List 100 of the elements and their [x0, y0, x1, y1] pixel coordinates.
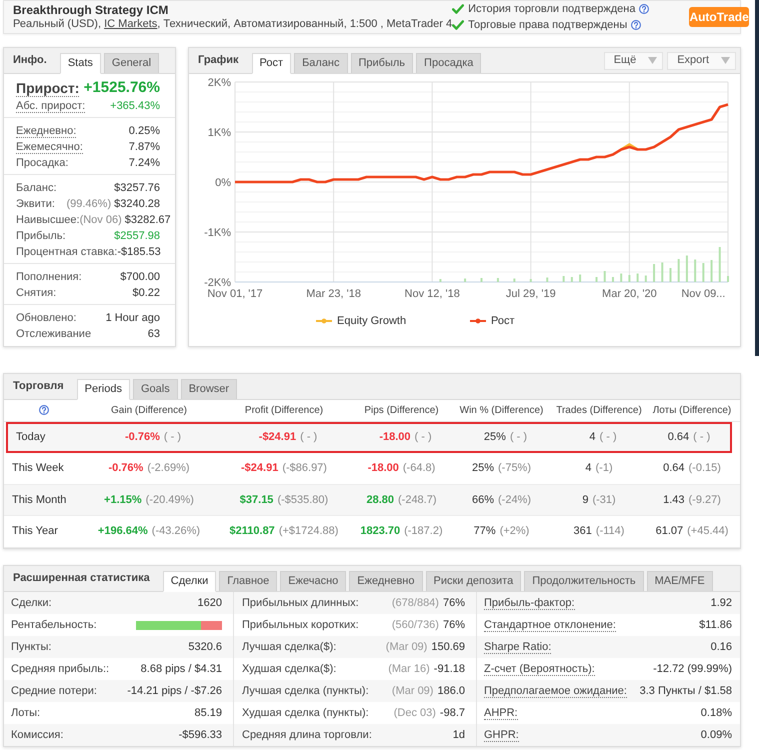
activity-bar [669, 268, 672, 282]
broker-link[interactable]: IC Markets [104, 18, 158, 30]
cell-difference: (-$535.80) [277, 492, 328, 508]
tab[interactable]: Прибыль [350, 53, 414, 73]
tab[interactable]: Баланс [294, 53, 348, 73]
stat-label: Прирост: [16, 80, 80, 96]
stats-label: Средние потери: [11, 684, 97, 698]
stats-label: Комиссия: [11, 728, 64, 742]
cell-value: -18.00 [368, 461, 399, 476]
account-subtitle: Реальный (USD), IC Markets, Технический, Автоматизированный, 1:500 , MetaTrader 4 [13, 18, 452, 31]
help-icon[interactable] [639, 4, 650, 14]
tab[interactable]: Ежедневно [349, 571, 422, 591]
stat-value: 1 Hour ago [106, 310, 160, 326]
axis-label: Nov 12, '18 [404, 288, 460, 300]
cell-difference: (-43.26%) [152, 524, 200, 540]
tab[interactable]: MAE/MFE [646, 571, 713, 591]
tab[interactable]: Goals [132, 379, 178, 399]
stat-label: Прибыль: [16, 230, 66, 242]
legend-label[interactable]: Рост [491, 312, 515, 330]
tab[interactable]: Просадка [416, 53, 482, 73]
stat-value: -$185.53 [117, 244, 161, 260]
period-label: This Month [12, 494, 66, 506]
cell-difference: (+2%) [500, 524, 530, 540]
tab[interactable]: Главное [219, 571, 278, 591]
stats-note: (Mar 09) [386, 640, 428, 655]
column-header: Лоты (Difference) [652, 404, 732, 418]
stats-label: Прибыль-фактор: [484, 596, 574, 610]
tab[interactable]: Сделки [162, 571, 216, 592]
stats-value: 5320.6 [188, 640, 222, 655]
stat-note: (Nov 06) [80, 212, 122, 228]
tab[interactable]: Ежечасно [280, 571, 346, 591]
tab[interactable]: Риски депозита [426, 571, 522, 591]
stats-label: Средняя длина торговли: [242, 728, 372, 742]
cell-value: 77% [474, 524, 496, 540]
activity-bar [496, 278, 499, 282]
cell-value: 9 [582, 492, 588, 508]
cell-value: 0.64 [668, 430, 690, 446]
caret-icon [721, 57, 730, 64]
menu-button[interactable]: Ещё [604, 52, 664, 70]
stat-label: Абс. прирост: [16, 100, 86, 112]
stats-note: (678/884) [392, 596, 439, 611]
activity-bar [678, 259, 680, 282]
stats-label: Прибыльных длинных: [242, 596, 359, 610]
cell-difference: (-$86.97) [282, 461, 327, 476]
cell-difference: (-24%) [498, 492, 532, 508]
tab[interactable]: Periods [76, 379, 130, 400]
stats-value: 8.68 pips / $4.31 [140, 662, 222, 677]
tab[interactable]: Рост [252, 53, 292, 74]
stat-value: $2557.98 [114, 228, 160, 244]
axis-label: Mar 23, '18 [306, 288, 361, 300]
tab[interactable]: General [104, 53, 160, 73]
legend-line-icon [470, 318, 486, 324]
legend-label[interactable]: Equity Growth [337, 312, 406, 330]
activity-bar [513, 278, 516, 282]
column-header: Pips (Difference) [364, 404, 439, 418]
panel-title: График [198, 53, 239, 68]
stat-label: Обновлено: [16, 312, 76, 324]
stats-value: 76% [442, 618, 465, 633]
stats-value: -12.72 (99.99%) [653, 662, 732, 677]
activity-bar [579, 274, 582, 282]
cell-difference: (-31) [592, 492, 616, 508]
tab[interactable]: Browser [180, 379, 238, 399]
column-header: Trades (Difference) [556, 404, 642, 418]
cell-difference: (+45.44) [687, 524, 728, 540]
axis-label: -1K% [204, 227, 231, 239]
cell-value: 4 [585, 461, 592, 476]
activity-bar [604, 271, 606, 282]
cell-difference: ( - ) [414, 430, 432, 446]
cell-value: +1.15% [104, 492, 142, 508]
menu-button[interactable]: Export [667, 52, 736, 70]
stats-value: 186.0 [437, 684, 465, 699]
stats-label: Рентабельность: [11, 618, 97, 632]
stats-value: 0.09% [700, 728, 732, 743]
cell-value: 1823.70 [360, 524, 400, 540]
column-header: Gain (Difference) [111, 404, 187, 418]
stats-label: Пункты: [11, 640, 52, 654]
help-icon[interactable] [39, 405, 49, 416]
stats-note: (Dec 03) [394, 706, 436, 721]
axis-label: Mar 20, '20 [602, 288, 657, 300]
cell-value: 25% [484, 430, 506, 446]
cell-difference: (-2.69%) [147, 461, 190, 476]
stat-value: 0.25% [128, 124, 160, 139]
help-icon[interactable] [631, 20, 642, 30]
activity-bar [612, 277, 614, 282]
verification-text: Торговые права подтверждены [468, 18, 628, 33]
tab[interactable]: Stats [60, 53, 101, 74]
stat-label: Снятия: [16, 286, 56, 300]
equity-growth-line [620, 143, 638, 151]
cell-difference: (+$1724.88) [278, 524, 338, 540]
axis-label: 1K% [208, 127, 231, 139]
cell-difference: (-64.8) [402, 461, 436, 476]
cell-difference: (-9.27) [688, 492, 721, 508]
stats-label: Худшая сделка($): [242, 662, 336, 676]
activity-bar [644, 276, 647, 282]
tab[interactable]: Продолжительность [524, 571, 644, 591]
axis-label: Nov 09... [681, 288, 726, 300]
stats-value: 0.18% [700, 706, 732, 721]
stats-value: 3.3 Пункты / $1.58 [640, 684, 732, 699]
period-label: This Week [12, 462, 64, 474]
stats-note: (Mar 16) [388, 662, 430, 677]
